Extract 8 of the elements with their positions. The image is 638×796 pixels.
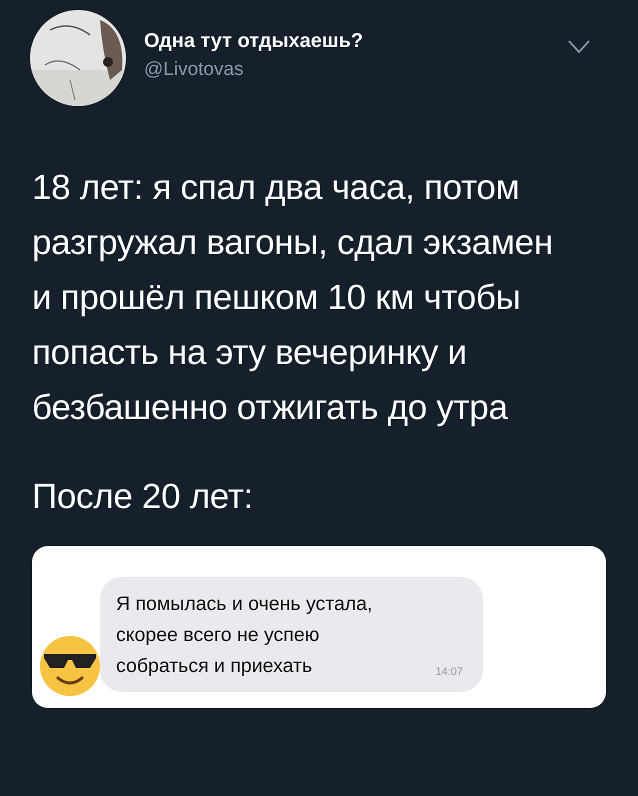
tweet-text: После 20 лет:	[32, 476, 254, 518]
message-text: Я помылась и очень устала, скорее всего не успею собраться и приехать	[116, 592, 374, 679]
message-time: 14:07	[435, 666, 463, 678]
sunglasses-emoji-icon	[40, 636, 100, 696]
author-handle: @Livotovas	[144, 59, 245, 81]
chevron-down-icon[interactable]	[568, 40, 590, 54]
tweet-text: 18 лет: я спал два часа, потом разгружал вагоны, сдал экзамен и прошёл пешком 10 км чтобы попасть на эту вечеринку и безбашенно отжигать до утра	[32, 167, 554, 429]
author-name: Одна тут отдыхаешь?	[144, 30, 364, 53]
